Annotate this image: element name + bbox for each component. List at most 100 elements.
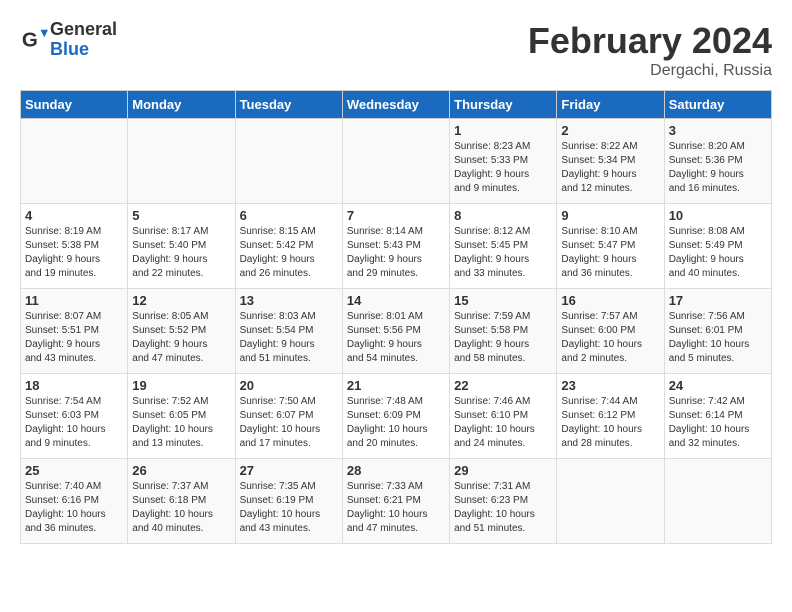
day-info: Sunrise: 8:01 AM Sunset: 5:56 PM Dayligh… xyxy=(347,310,445,366)
calendar-cell: 13 Sunrise: 8:03 AM Sunset: 5:54 PM Dayli… xyxy=(235,289,342,374)
calendar-week-row: 11 Sunrise: 8:07 AM Sunset: 5:51 PM Dayli… xyxy=(21,289,772,374)
day-info: Sunrise: 8:12 AM Sunset: 5:45 PM Dayligh… xyxy=(454,225,552,281)
calendar-cell xyxy=(342,119,449,204)
day-info: Sunrise: 8:05 AM Sunset: 5:52 PM Dayligh… xyxy=(132,310,230,366)
calendar-cell: 10Sunrise: 8:08 AM Sunset: 5:49 PM Dayli… xyxy=(664,204,771,289)
day-number: 21 xyxy=(347,378,445,393)
day-number: 4 xyxy=(25,208,123,223)
calendar-cell: 25 Sunrise: 7:40 AM Sunset: 6:16 PM Dayli… xyxy=(21,459,128,544)
day-number: 26 xyxy=(132,463,230,478)
svg-text:G: G xyxy=(22,28,38,51)
calendar-week-row: 1Sunrise: 8:23 AM Sunset: 5:33 PM Daylig… xyxy=(21,119,772,204)
day-number: 24 xyxy=(669,378,767,393)
calendar-cell xyxy=(21,119,128,204)
day-number: 25 xyxy=(25,463,123,478)
day-number: 11 xyxy=(25,293,123,308)
day-number: 29 xyxy=(454,463,552,478)
day-number: 20 xyxy=(240,378,338,393)
day-info: Sunrise: 7:48 AM Sunset: 6:09 PM Dayligh… xyxy=(347,395,445,451)
day-info: Sunrise: 7:44 AM Sunset: 6:12 PM Dayligh… xyxy=(561,395,659,451)
header-monday: Monday xyxy=(128,91,235,119)
day-number: 28 xyxy=(347,463,445,478)
calendar-cell: 8 Sunrise: 8:12 AM Sunset: 5:45 PM Daylig… xyxy=(450,204,557,289)
day-number: 5 xyxy=(132,208,230,223)
location-text: Dergachi, Russia xyxy=(528,62,772,80)
day-info: Sunrise: 8:15 AM Sunset: 5:42 PM Dayligh… xyxy=(240,225,338,281)
header-friday: Friday xyxy=(557,91,664,119)
day-number: 19 xyxy=(132,378,230,393)
calendar-cell: 6 Sunrise: 8:15 AM Sunset: 5:42 PM Daylig… xyxy=(235,204,342,289)
day-number: 17 xyxy=(669,293,767,308)
calendar-cell: 27 Sunrise: 7:35 AM Sunset: 6:19 PM Dayli… xyxy=(235,459,342,544)
day-number: 18 xyxy=(25,378,123,393)
calendar-cell xyxy=(235,119,342,204)
day-info: Sunrise: 8:17 AM Sunset: 5:40 PM Dayligh… xyxy=(132,225,230,281)
calendar-cell xyxy=(128,119,235,204)
day-info: Sunrise: 7:40 AM Sunset: 6:16 PM Dayligh… xyxy=(25,480,123,536)
logo-blue-text: Blue xyxy=(50,40,117,60)
day-number: 13 xyxy=(240,293,338,308)
calendar-week-row: 18Sunrise: 7:54 AM Sunset: 6:03 PM Dayli… xyxy=(21,374,772,459)
day-number: 2 xyxy=(561,123,659,138)
logo-general-text: General xyxy=(50,20,117,40)
day-info: Sunrise: 7:46 AM Sunset: 6:10 PM Dayligh… xyxy=(454,395,552,451)
header-thursday: Thursday xyxy=(450,91,557,119)
header-saturday: Saturday xyxy=(664,91,771,119)
calendar-week-row: 25 Sunrise: 7:40 AM Sunset: 6:16 PM Dayli… xyxy=(21,459,772,544)
header-wednesday: Wednesday xyxy=(342,91,449,119)
calendar-cell: 23 Sunrise: 7:44 AM Sunset: 6:12 PM Dayli… xyxy=(557,374,664,459)
logo-icon: G xyxy=(20,26,48,54)
day-number: 10 xyxy=(669,208,767,223)
calendar-cell: 12 Sunrise: 8:05 AM Sunset: 5:52 PM Dayli… xyxy=(128,289,235,374)
day-info: Sunrise: 7:57 AM Sunset: 6:00 PM Dayligh… xyxy=(561,310,659,366)
calendar-cell: 16 Sunrise: 7:57 AM Sunset: 6:00 PM Dayli… xyxy=(557,289,664,374)
calendar-cell: 7 Sunrise: 8:14 AM Sunset: 5:43 PM Daylig… xyxy=(342,204,449,289)
day-info: Sunrise: 8:07 AM Sunset: 5:51 PM Dayligh… xyxy=(25,310,123,366)
logo: G General Blue xyxy=(20,20,117,60)
day-number: 15 xyxy=(454,293,552,308)
header-sunday: Sunday xyxy=(21,91,128,119)
calendar-cell xyxy=(664,459,771,544)
calendar-cell: 29Sunrise: 7:31 AM Sunset: 6:23 PM Dayli… xyxy=(450,459,557,544)
day-info: Sunrise: 7:56 AM Sunset: 6:01 PM Dayligh… xyxy=(669,310,767,366)
calendar-cell xyxy=(557,459,664,544)
calendar-header-row: SundayMondayTuesdayWednesdayThursdayFrid… xyxy=(21,91,772,119)
month-title: February 2024 xyxy=(528,20,772,62)
calendar-cell: 19 Sunrise: 7:52 AM Sunset: 6:05 PM Dayli… xyxy=(128,374,235,459)
page-header: G General Blue February 2024 Dergachi, R… xyxy=(20,20,772,80)
day-info: Sunrise: 8:10 AM Sunset: 5:47 PM Dayligh… xyxy=(561,225,659,281)
calendar-cell: 28 Sunrise: 7:33 AM Sunset: 6:21 PM Dayli… xyxy=(342,459,449,544)
day-info: Sunrise: 7:52 AM Sunset: 6:05 PM Dayligh… xyxy=(132,395,230,451)
day-number: 14 xyxy=(347,293,445,308)
calendar-cell: 18Sunrise: 7:54 AM Sunset: 6:03 PM Dayli… xyxy=(21,374,128,459)
day-number: 23 xyxy=(561,378,659,393)
header-tuesday: Tuesday xyxy=(235,91,342,119)
day-info: Sunrise: 7:37 AM Sunset: 6:18 PM Dayligh… xyxy=(132,480,230,536)
day-info: Sunrise: 8:22 AM Sunset: 5:34 PM Dayligh… xyxy=(561,140,659,196)
calendar-cell: 22 Sunrise: 7:46 AM Sunset: 6:10 PM Dayli… xyxy=(450,374,557,459)
day-info: Sunrise: 8:03 AM Sunset: 5:54 PM Dayligh… xyxy=(240,310,338,366)
calendar-cell: 26 Sunrise: 7:37 AM Sunset: 6:18 PM Dayli… xyxy=(128,459,235,544)
day-number: 22 xyxy=(454,378,552,393)
calendar-cell: 20 Sunrise: 7:50 AM Sunset: 6:07 PM Dayli… xyxy=(235,374,342,459)
calendar-cell: 17 Sunrise: 7:56 AM Sunset: 6:01 PM Dayli… xyxy=(664,289,771,374)
calendar-week-row: 4 Sunrise: 8:19 AM Sunset: 5:38 PM Daylig… xyxy=(21,204,772,289)
calendar-cell: 1Sunrise: 8:23 AM Sunset: 5:33 PM Daylig… xyxy=(450,119,557,204)
calendar-cell: 15Sunrise: 7:59 AM Sunset: 5:58 PM Dayli… xyxy=(450,289,557,374)
day-number: 12 xyxy=(132,293,230,308)
day-number: 7 xyxy=(347,208,445,223)
day-number: 27 xyxy=(240,463,338,478)
day-info: Sunrise: 7:35 AM Sunset: 6:19 PM Dayligh… xyxy=(240,480,338,536)
calendar-cell: 2 Sunrise: 8:22 AM Sunset: 5:34 PM Daylig… xyxy=(557,119,664,204)
day-info: Sunrise: 8:14 AM Sunset: 5:43 PM Dayligh… xyxy=(347,225,445,281)
day-number: 8 xyxy=(454,208,552,223)
calendar-cell: 4 Sunrise: 8:19 AM Sunset: 5:38 PM Daylig… xyxy=(21,204,128,289)
day-info: Sunrise: 7:50 AM Sunset: 6:07 PM Dayligh… xyxy=(240,395,338,451)
calendar-cell: 24Sunrise: 7:42 AM Sunset: 6:14 PM Dayli… xyxy=(664,374,771,459)
day-info: Sunrise: 8:19 AM Sunset: 5:38 PM Dayligh… xyxy=(25,225,123,281)
calendar-table: SundayMondayTuesdayWednesdayThursdayFrid… xyxy=(20,90,772,544)
day-number: 16 xyxy=(561,293,659,308)
calendar-cell: 21 Sunrise: 7:48 AM Sunset: 6:09 PM Dayli… xyxy=(342,374,449,459)
day-info: Sunrise: 7:33 AM Sunset: 6:21 PM Dayligh… xyxy=(347,480,445,536)
day-number: 6 xyxy=(240,208,338,223)
